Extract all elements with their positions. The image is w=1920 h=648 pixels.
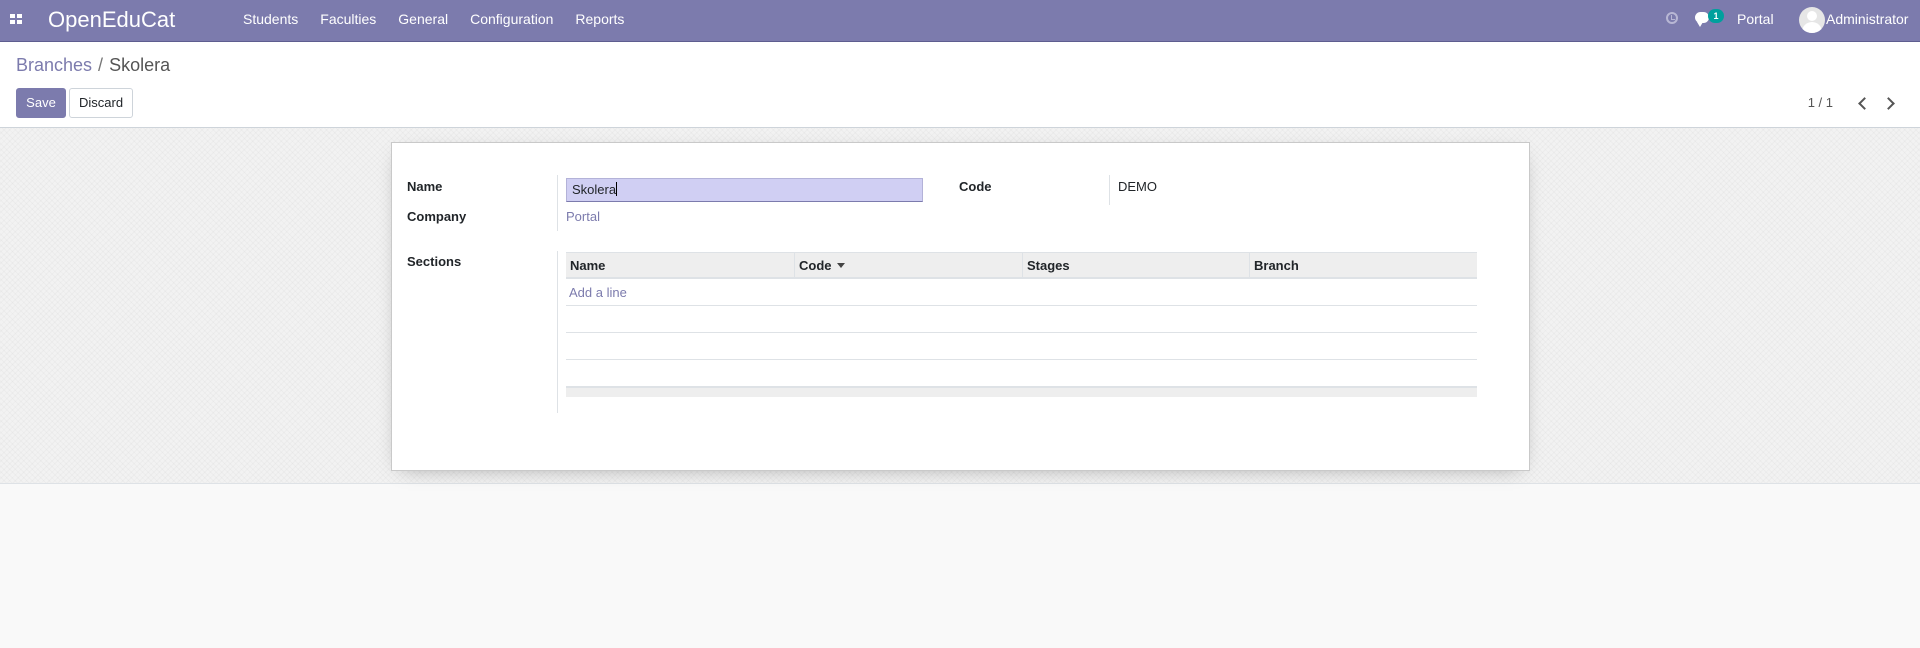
column-stages[interactable]: Stages — [1022, 253, 1249, 278]
table-row: Add a line — [566, 279, 1477, 306]
name-label: Name — [407, 179, 443, 194]
chat-count-badge: 1 — [1708, 9, 1724, 23]
chevron-right-icon[interactable] — [1880, 92, 1900, 114]
field-divider — [557, 175, 558, 231]
code-label: Code — [959, 179, 992, 194]
top-navbar: OpenEduCat Students Faculties General Co… — [0, 0, 1920, 42]
table-row — [566, 333, 1477, 360]
control-panel: Branches / Skolera Save Discard 1 / 1 — [0, 42, 1920, 128]
name-field-value: Skolera — [572, 182, 617, 197]
company-field[interactable]: Portal — [566, 209, 600, 224]
pager-value[interactable]: 1 / 1 — [1808, 95, 1833, 110]
company-label: Company — [407, 209, 467, 224]
table-row — [566, 306, 1477, 333]
breadcrumb-separator: / — [98, 55, 104, 75]
save-button[interactable]: Save — [16, 88, 66, 118]
user-avatar[interactable] — [1799, 7, 1825, 33]
sort-desc-icon — [836, 263, 845, 268]
main-menu: Students Faculties General Configuration… — [232, 0, 635, 42]
breadcrumb-current: Skolera — [109, 55, 171, 75]
table-row — [566, 360, 1477, 387]
form-sheet: Name Skolera Code DEMO Company Portal Se… — [391, 142, 1530, 471]
field-divider — [557, 251, 558, 413]
discard-button[interactable]: Discard — [69, 88, 133, 118]
add-line-link[interactable]: Add a line — [569, 285, 627, 300]
apps-menu-icon[interactable] — [10, 14, 23, 25]
menu-item-faculties[interactable]: Faculties — [309, 0, 387, 42]
column-name[interactable]: Name — [566, 253, 794, 278]
chat-icon[interactable] — [1695, 12, 1709, 27]
table-header: Name Code Stages Branch — [566, 252, 1477, 279]
clock-icon[interactable] — [1666, 12, 1678, 24]
column-branch[interactable]: Branch — [1249, 253, 1477, 278]
column-code-label: Code — [799, 258, 832, 273]
breadcrumb: Branches / Skolera — [16, 54, 170, 76]
menu-item-reports[interactable]: Reports — [564, 0, 635, 42]
sections-label: Sections — [407, 254, 462, 269]
field-divider — [1109, 175, 1110, 205]
code-field[interactable]: DEMO — [1118, 179, 1157, 194]
brand-name[interactable]: OpenEduCat — [48, 6, 175, 34]
column-code[interactable]: Code — [794, 253, 1022, 278]
page-bottom — [0, 484, 1920, 648]
name-field[interactable]: Skolera — [566, 178, 923, 202]
menu-item-general[interactable]: General — [387, 0, 459, 42]
menu-item-configuration[interactable]: Configuration — [459, 0, 564, 42]
text-cursor — [616, 182, 618, 196]
company-switcher[interactable]: Portal — [1737, 0, 1774, 39]
chevron-left-icon[interactable] — [1852, 92, 1872, 114]
user-menu[interactable]: Administrator — [1826, 0, 1908, 39]
table-footer — [566, 387, 1477, 397]
sections-table: Name Code Stages Branch Add a line — [566, 252, 1477, 397]
breadcrumb-branches[interactable]: Branches — [16, 55, 92, 75]
menu-item-students[interactable]: Students — [232, 0, 309, 42]
